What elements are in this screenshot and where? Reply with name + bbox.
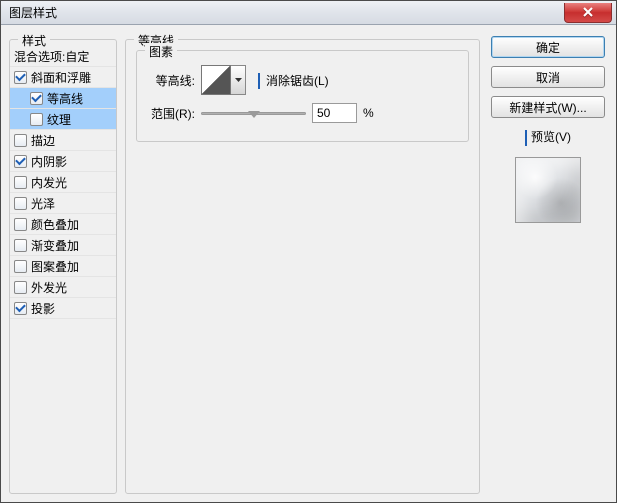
- blend-options-row[interactable]: 混合选项:自定: [10, 46, 116, 67]
- style-row[interactable]: 渐变叠加: [10, 235, 116, 256]
- style-label: 图案叠加: [31, 258, 79, 275]
- style-label: 投影: [31, 300, 55, 317]
- style-checkbox[interactable]: [14, 218, 27, 231]
- contour-label: 等高线:: [147, 72, 195, 89]
- slider-thumb-icon: [248, 111, 260, 118]
- layer-style-dialog: 图层样式 样式 混合选项:自定 斜面和浮雕等高线纹理描边内阴影内发光光泽颜色叠加…: [0, 0, 617, 503]
- style-row[interactable]: 描边: [10, 130, 116, 151]
- style-row[interactable]: 颜色叠加: [10, 214, 116, 235]
- style-checkbox[interactable]: [30, 113, 43, 126]
- cancel-button[interactable]: 取消: [491, 66, 605, 88]
- new-style-button[interactable]: 新建样式(W)...: [491, 96, 605, 118]
- style-checkbox[interactable]: [14, 71, 27, 84]
- style-row[interactable]: 内阴影: [10, 151, 116, 172]
- range-slider[interactable]: [201, 104, 306, 123]
- settings-panel: 等高线 图素 等高线: 消除锯齿(L) 范围(R):: [125, 39, 480, 494]
- style-checkbox[interactable]: [14, 281, 27, 294]
- preview-swatch: [515, 157, 581, 223]
- preview-label: 预览(V): [531, 128, 571, 145]
- contour-dropdown[interactable]: [231, 65, 246, 95]
- window-title: 图层样式: [9, 4, 57, 21]
- style-label: 光泽: [31, 195, 55, 212]
- style-row[interactable]: 等高线: [10, 88, 116, 109]
- style-row[interactable]: 纹理: [10, 109, 116, 130]
- close-icon: [582, 6, 594, 18]
- chevron-down-icon: [235, 78, 242, 82]
- blend-options-label: 混合选项:自定: [14, 48, 89, 65]
- contour-row: 等高线: 消除锯齿(L): [147, 65, 458, 95]
- style-row[interactable]: 外发光: [10, 277, 116, 298]
- style-checkbox[interactable]: [14, 155, 27, 168]
- style-checkbox[interactable]: [14, 302, 27, 315]
- style-row[interactable]: 斜面和浮雕: [10, 67, 116, 88]
- style-row[interactable]: 投影: [10, 298, 116, 319]
- close-button[interactable]: [564, 3, 612, 23]
- range-unit: %: [363, 106, 374, 120]
- styles-legend: 样式: [18, 32, 50, 49]
- group-tuxiang: 图素 等高线: 消除锯齿(L) 范围(R):: [136, 50, 469, 142]
- group-legend: 图素: [145, 43, 177, 60]
- style-label: 内发光: [31, 174, 67, 191]
- styles-list: 混合选项:自定 斜面和浮雕等高线纹理描边内阴影内发光光泽颜色叠加渐变叠加图案叠加…: [10, 46, 116, 319]
- style-label: 等高线: [47, 90, 83, 107]
- antialias-checkbox[interactable]: [258, 73, 260, 87]
- styles-panel: 样式 混合选项:自定 斜面和浮雕等高线纹理描边内阴影内发光光泽颜色叠加渐变叠加图…: [9, 39, 117, 494]
- style-label: 纹理: [47, 111, 71, 128]
- style-checkbox[interactable]: [14, 176, 27, 189]
- style-label: 描边: [31, 132, 55, 149]
- ok-button[interactable]: 确定: [491, 36, 605, 58]
- antialias-label: 消除锯齿(L): [266, 72, 329, 89]
- range-input[interactable]: [312, 103, 357, 123]
- range-label: 范围(R):: [147, 105, 195, 122]
- style-checkbox[interactable]: [14, 197, 27, 210]
- right-column: 确定 取消 新建样式(W)... 预览(V): [488, 33, 608, 494]
- contour-picker[interactable]: [201, 65, 231, 95]
- style-label: 颜色叠加: [31, 216, 79, 233]
- style-checkbox[interactable]: [14, 134, 27, 147]
- style-checkbox[interactable]: [14, 260, 27, 273]
- style-label: 斜面和浮雕: [31, 69, 91, 86]
- style-checkbox[interactable]: [30, 92, 43, 105]
- style-row[interactable]: 图案叠加: [10, 256, 116, 277]
- style-label: 外发光: [31, 279, 67, 296]
- style-row[interactable]: 光泽: [10, 193, 116, 214]
- range-row: 范围(R): %: [147, 103, 458, 123]
- style-label: 内阴影: [31, 153, 67, 170]
- preview-row: 预览(V): [525, 128, 571, 145]
- dialog-body: 样式 混合选项:自定 斜面和浮雕等高线纹理描边内阴影内发光光泽颜色叠加渐变叠加图…: [1, 25, 616, 502]
- preview-checkbox[interactable]: [525, 130, 527, 144]
- style-label: 渐变叠加: [31, 237, 79, 254]
- style-row[interactable]: 内发光: [10, 172, 116, 193]
- titlebar[interactable]: 图层样式: [1, 1, 616, 25]
- style-checkbox[interactable]: [14, 239, 27, 252]
